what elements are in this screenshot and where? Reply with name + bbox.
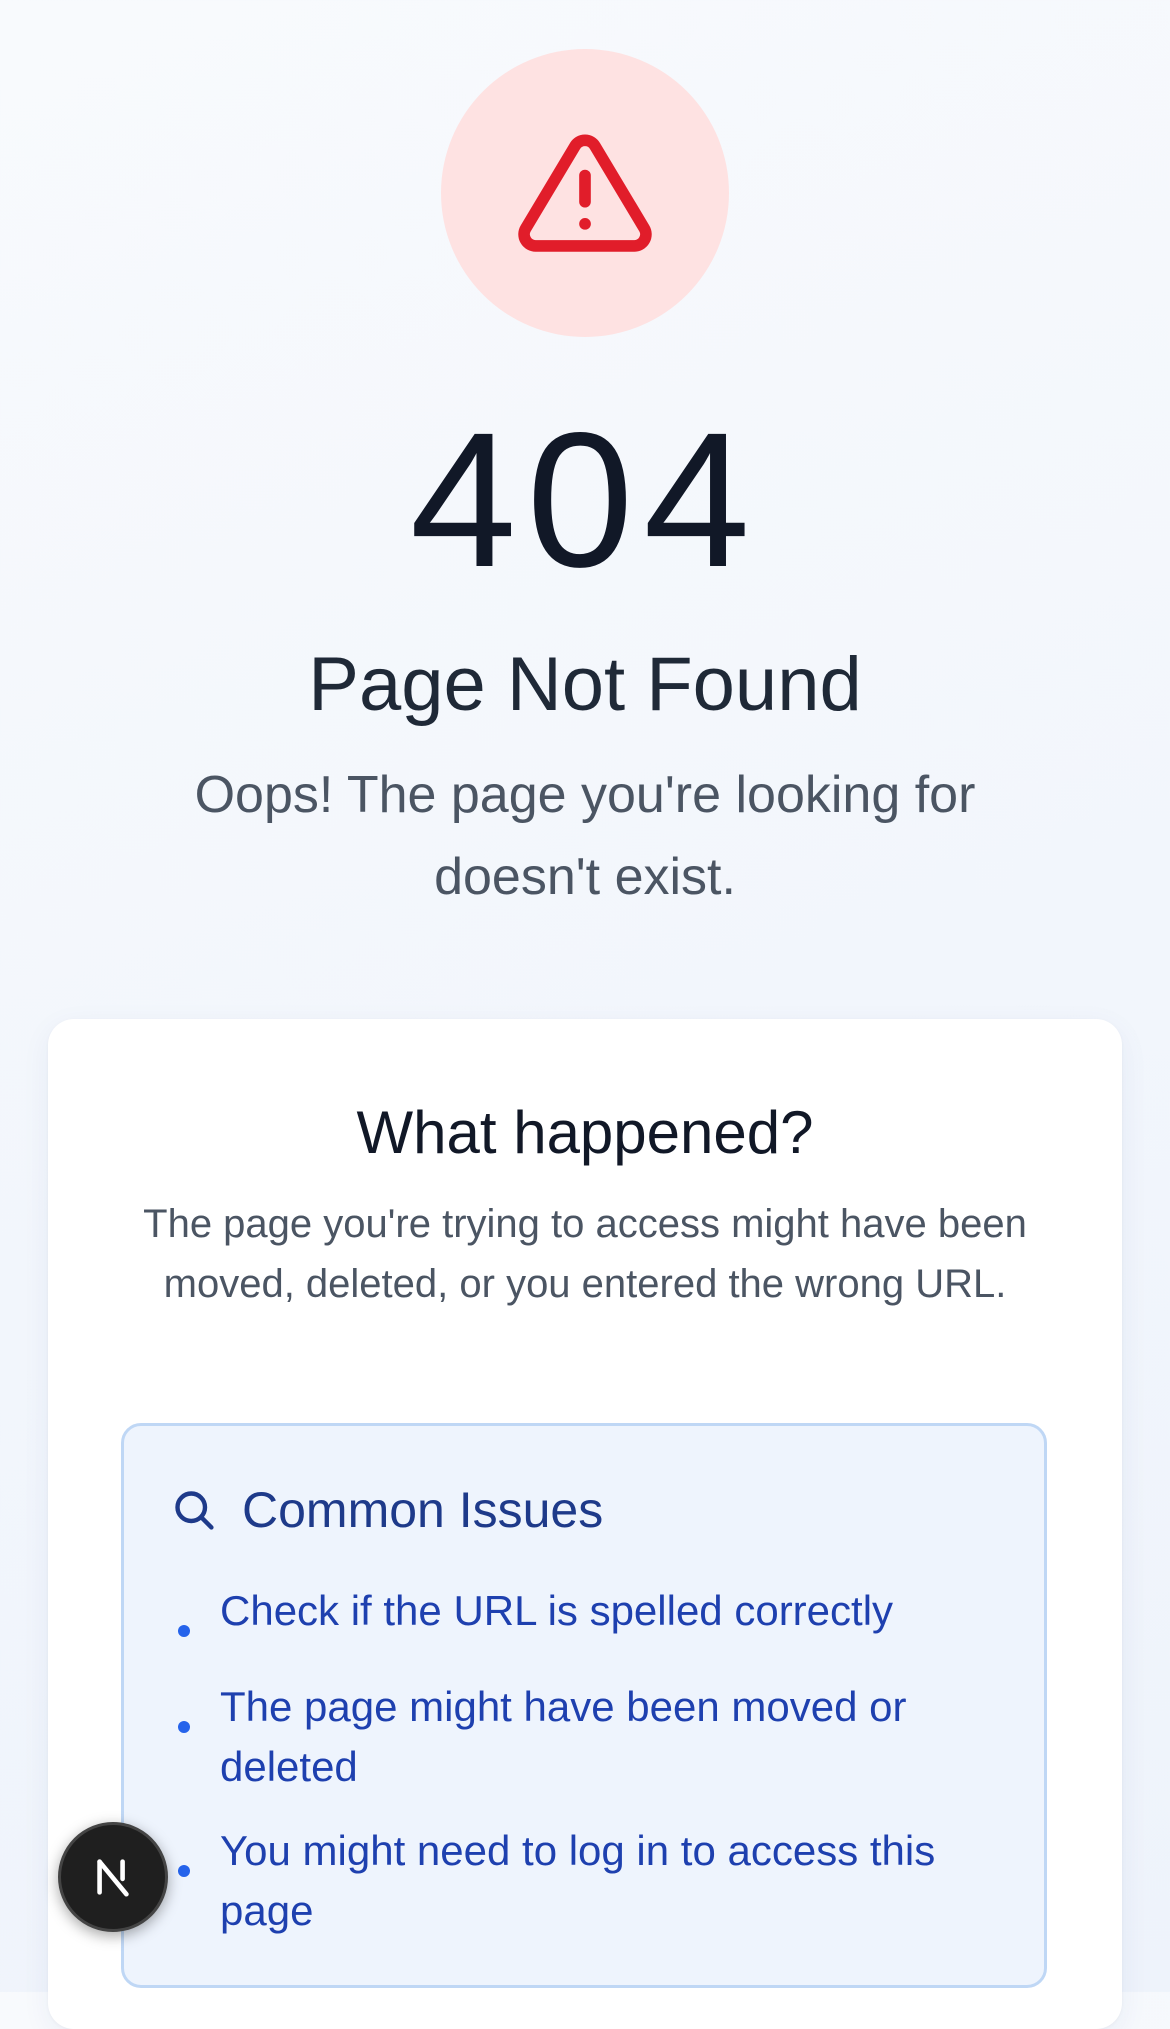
bullet-icon [178, 1721, 190, 1733]
search-icon [175, 1491, 214, 1530]
list-item-text: You might need to log in to access this … [220, 1827, 936, 1934]
card-description: The page you're trying to access might h… [143, 1202, 1027, 1306]
page-subtitle: Oops! The page you're looking for doesn'… [194, 766, 976, 906]
dev-tools-badge[interactable] [58, 1822, 168, 1932]
common-issues-title: Common Issues [242, 1482, 604, 1538]
bullet-icon [178, 1625, 190, 1637]
bullet-icon [178, 1865, 190, 1877]
page-title: Page Not Found [308, 642, 862, 727]
list-item-text: The page might have been moved or delete… [220, 1683, 907, 1790]
card-title: What happened? [356, 1099, 814, 1166]
common-issues-header: Common Issues [172, 1480, 603, 1540]
error-code: 404 [409, 392, 761, 607]
list-item-text: Check if the URL is spelled correctly [220, 1587, 894, 1634]
alert-icon-circle [441, 49, 729, 337]
nextjs-logo-icon [97, 1859, 129, 1897]
alert-triangle-icon [518, 134, 652, 252]
